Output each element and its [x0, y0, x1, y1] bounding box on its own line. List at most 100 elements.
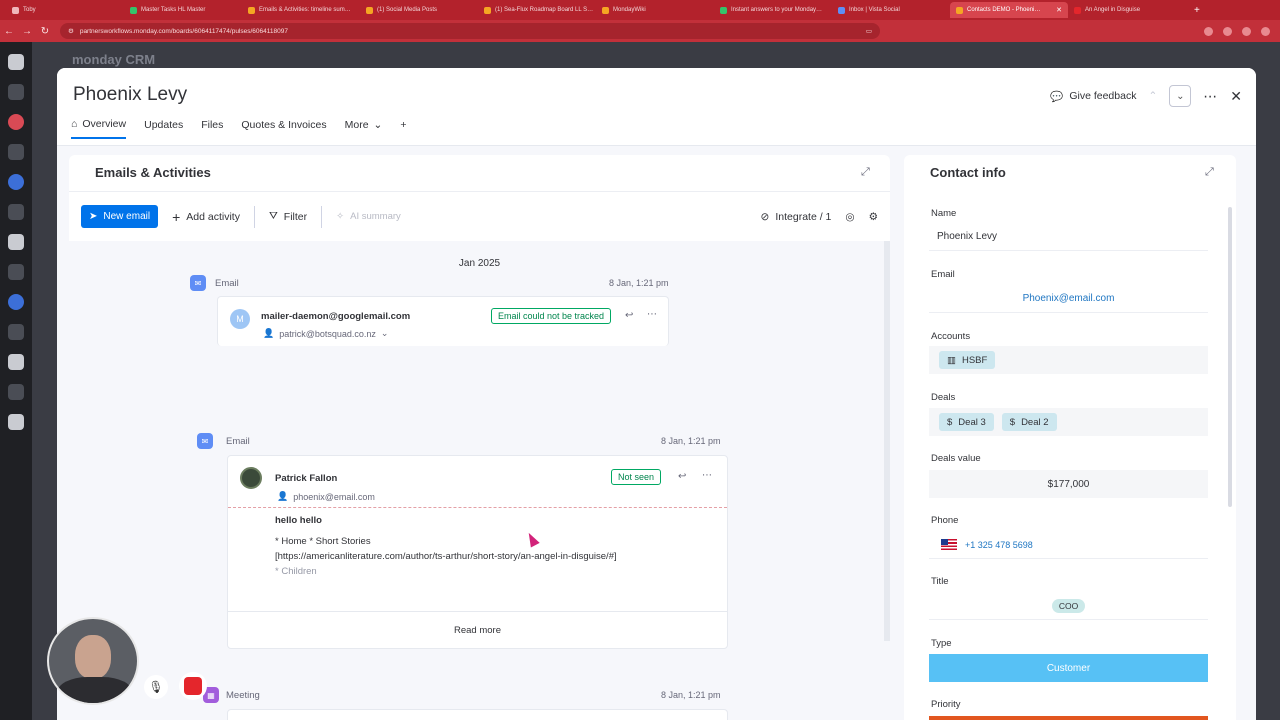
- browser-tab[interactable]: Emails & Activities: timeline sum…: [242, 2, 360, 18]
- close-icon[interactable]: ✕: [1230, 88, 1242, 105]
- app-icon[interactable]: [8, 294, 24, 310]
- chevron-down-icon[interactable]: ⌄: [1169, 85, 1192, 107]
- scrollbar[interactable]: [884, 241, 890, 641]
- chevron-up-icon[interactable]: ⌃: [1148, 90, 1157, 102]
- more-options-icon[interactable]: ⋯: [1203, 88, 1218, 105]
- add-activity-button[interactable]: + Add activity: [172, 209, 240, 225]
- expand-icon[interactable]: ⤢: [861, 166, 870, 179]
- new-email-button[interactable]: ➤ New email: [81, 205, 159, 228]
- filter-button[interactable]: ⛛ Filter: [269, 210, 307, 223]
- read-more-link[interactable]: Read more: [228, 625, 727, 636]
- dollar-icon: $: [1009, 416, 1016, 428]
- type-status[interactable]: Customer: [929, 654, 1208, 682]
- browser-tab-active[interactable]: Contacts DEMO - Phoeni… ✕: [950, 2, 1068, 18]
- deal-chip[interactable]: $ Deal 3: [939, 413, 994, 431]
- account-chip[interactable]: ▥ HSBF: [939, 351, 996, 369]
- address-bar[interactable]: ⚙ partnersworkflows.monday.com/boards/60…: [60, 23, 880, 39]
- tab-label: Contacts DEMO - Phoeni…: [967, 7, 1041, 13]
- tab-close-icon[interactable]: ✕: [1056, 6, 1062, 14]
- email-link[interactable]: Phoenix@email.com: [1023, 293, 1115, 304]
- give-feedback-button[interactable]: 💬 Give feedback: [1050, 90, 1136, 103]
- tab-quotes-invoices[interactable]: Quotes & Invoices: [241, 119, 326, 138]
- stop-icon: [184, 677, 202, 695]
- app-icon[interactable]: [8, 84, 24, 100]
- more-options-icon[interactable]: ⋯: [702, 470, 712, 481]
- chat-icon[interactable]: ◎: [845, 211, 854, 223]
- app-icon[interactable]: [8, 204, 24, 220]
- settings-gear-icon[interactable]: ⚙: [869, 211, 878, 223]
- extension-icon[interactable]: [1223, 26, 1232, 36]
- browser-tab[interactable]: Master Tasks HL Master: [124, 2, 242, 18]
- profile-icon[interactable]: [1261, 26, 1270, 36]
- deals-field[interactable]: $ Deal 3 $ Deal 2: [929, 408, 1208, 436]
- field-label: Type: [931, 638, 952, 649]
- email-card[interactable]: Patrick Fallon 👤 phoenix@email.com Not se…: [227, 455, 728, 649]
- extension-icon[interactable]: [1204, 26, 1213, 36]
- browser-tab[interactable]: (1) Social Media Posts: [360, 2, 478, 18]
- browser-tab[interactable]: Inbox | Vista Social: [832, 2, 950, 18]
- expand-icon[interactable]: ⤢: [1205, 166, 1214, 179]
- app-icon[interactable]: [8, 414, 24, 430]
- title-field[interactable]: COO: [929, 592, 1208, 620]
- cast-icon[interactable]: ▭: [866, 27, 872, 35]
- browser-tab[interactable]: (1) Sea-Flux Roadmap Board LL S…: [478, 2, 596, 18]
- integrate-button[interactable]: ⊘ Integrate / 1: [761, 211, 832, 223]
- email-card[interactable]: M mailer-daemon@googlemail.com 👤 patrick@…: [217, 296, 669, 346]
- deal-chip[interactable]: $ Deal 2: [1001, 413, 1057, 431]
- email-body-link[interactable]: [https://americanliterature.com/author/t…: [275, 549, 617, 564]
- new-tab-icon[interactable]: +: [1186, 5, 1208, 16]
- browser-tab[interactable]: An Angel in Disguise: [1068, 2, 1186, 18]
- field-label: Name: [931, 208, 957, 219]
- app-icon[interactable]: [8, 264, 24, 280]
- browser-tab[interactable]: Instant answers to your Monday…: [714, 2, 832, 18]
- home-icon: ⌂: [71, 118, 78, 130]
- stop-recording-button[interactable]: [179, 672, 207, 700]
- app-icon[interactable]: [8, 114, 24, 130]
- webcam-overlay[interactable]: [47, 617, 139, 705]
- item-modal: Phoenix Levy ⌂ Overview Updates Files Quo…: [57, 68, 1256, 720]
- app-icon[interactable]: [8, 384, 24, 400]
- app-icon[interactable]: [8, 354, 24, 370]
- site-info-icon[interactable]: ⚙: [68, 27, 74, 35]
- app-icon[interactable]: [8, 54, 24, 70]
- reload-icon[interactable]: ↻: [36, 26, 54, 37]
- browser-tab[interactable]: Toby: [6, 2, 124, 18]
- tab-updates[interactable]: Updates: [144, 119, 183, 138]
- tab-more[interactable]: More ⌄: [345, 119, 383, 138]
- reply-icon[interactable]: ↩: [678, 471, 686, 482]
- priority-status[interactable]: [929, 716, 1208, 720]
- tab-overview[interactable]: ⌂ Overview: [71, 118, 127, 139]
- microphone-icon[interactable]: 🎙: [144, 675, 168, 699]
- chevron-down-icon[interactable]: ⌄: [381, 328, 389, 339]
- add-tab-button[interactable]: +: [400, 119, 406, 138]
- reply-icon[interactable]: ↩: [625, 310, 633, 321]
- phone-link[interactable]: +1 325 478 5698: [965, 540, 1033, 550]
- app-icon[interactable]: [8, 324, 24, 340]
- browser-tab[interactable]: MondayWiki: [596, 2, 714, 18]
- ai-summary-button[interactable]: ✧ AI summary: [336, 211, 401, 222]
- divider: [321, 205, 323, 228]
- meeting-card[interactable]: [227, 709, 728, 720]
- app-icon[interactable]: [8, 144, 24, 160]
- forward-icon[interactable]: →: [18, 26, 36, 37]
- email-sender[interactable]: mailer-daemon@googlemail.com: [261, 311, 410, 322]
- scrollbar[interactable]: [1228, 207, 1232, 507]
- header-actions: 💬 Give feedback ⌃ ⌄ ⋯ ✕: [1050, 85, 1242, 107]
- tab-files[interactable]: Files: [201, 119, 223, 138]
- app-logo: monday CRM: [72, 52, 156, 67]
- back-icon[interactable]: ←: [0, 26, 18, 37]
- email-sender[interactable]: Patrick Fallon: [275, 473, 337, 484]
- tab-label: (1) Sea-Flux Roadmap Board LL S…: [495, 7, 594, 13]
- email-recipient: 👤 patrick@botsquad.co.nz ⌄: [263, 328, 388, 339]
- name-field[interactable]: Phoenix Levy: [929, 223, 1208, 251]
- tab-favicon: [602, 6, 609, 14]
- accounts-field[interactable]: ▥ HSBF: [929, 346, 1208, 374]
- app-icon[interactable]: [8, 234, 24, 250]
- chip-label: HSBF: [961, 354, 988, 366]
- item-title[interactable]: Phoenix Levy: [73, 84, 187, 106]
- email-field[interactable]: Phoenix@email.com: [929, 285, 1208, 313]
- extension-icon[interactable]: [1242, 26, 1251, 36]
- phone-field[interactable]: +1 325 478 5698: [929, 531, 1208, 559]
- more-options-icon[interactable]: ⋯: [647, 309, 657, 320]
- app-icon[interactable]: [8, 174, 24, 190]
